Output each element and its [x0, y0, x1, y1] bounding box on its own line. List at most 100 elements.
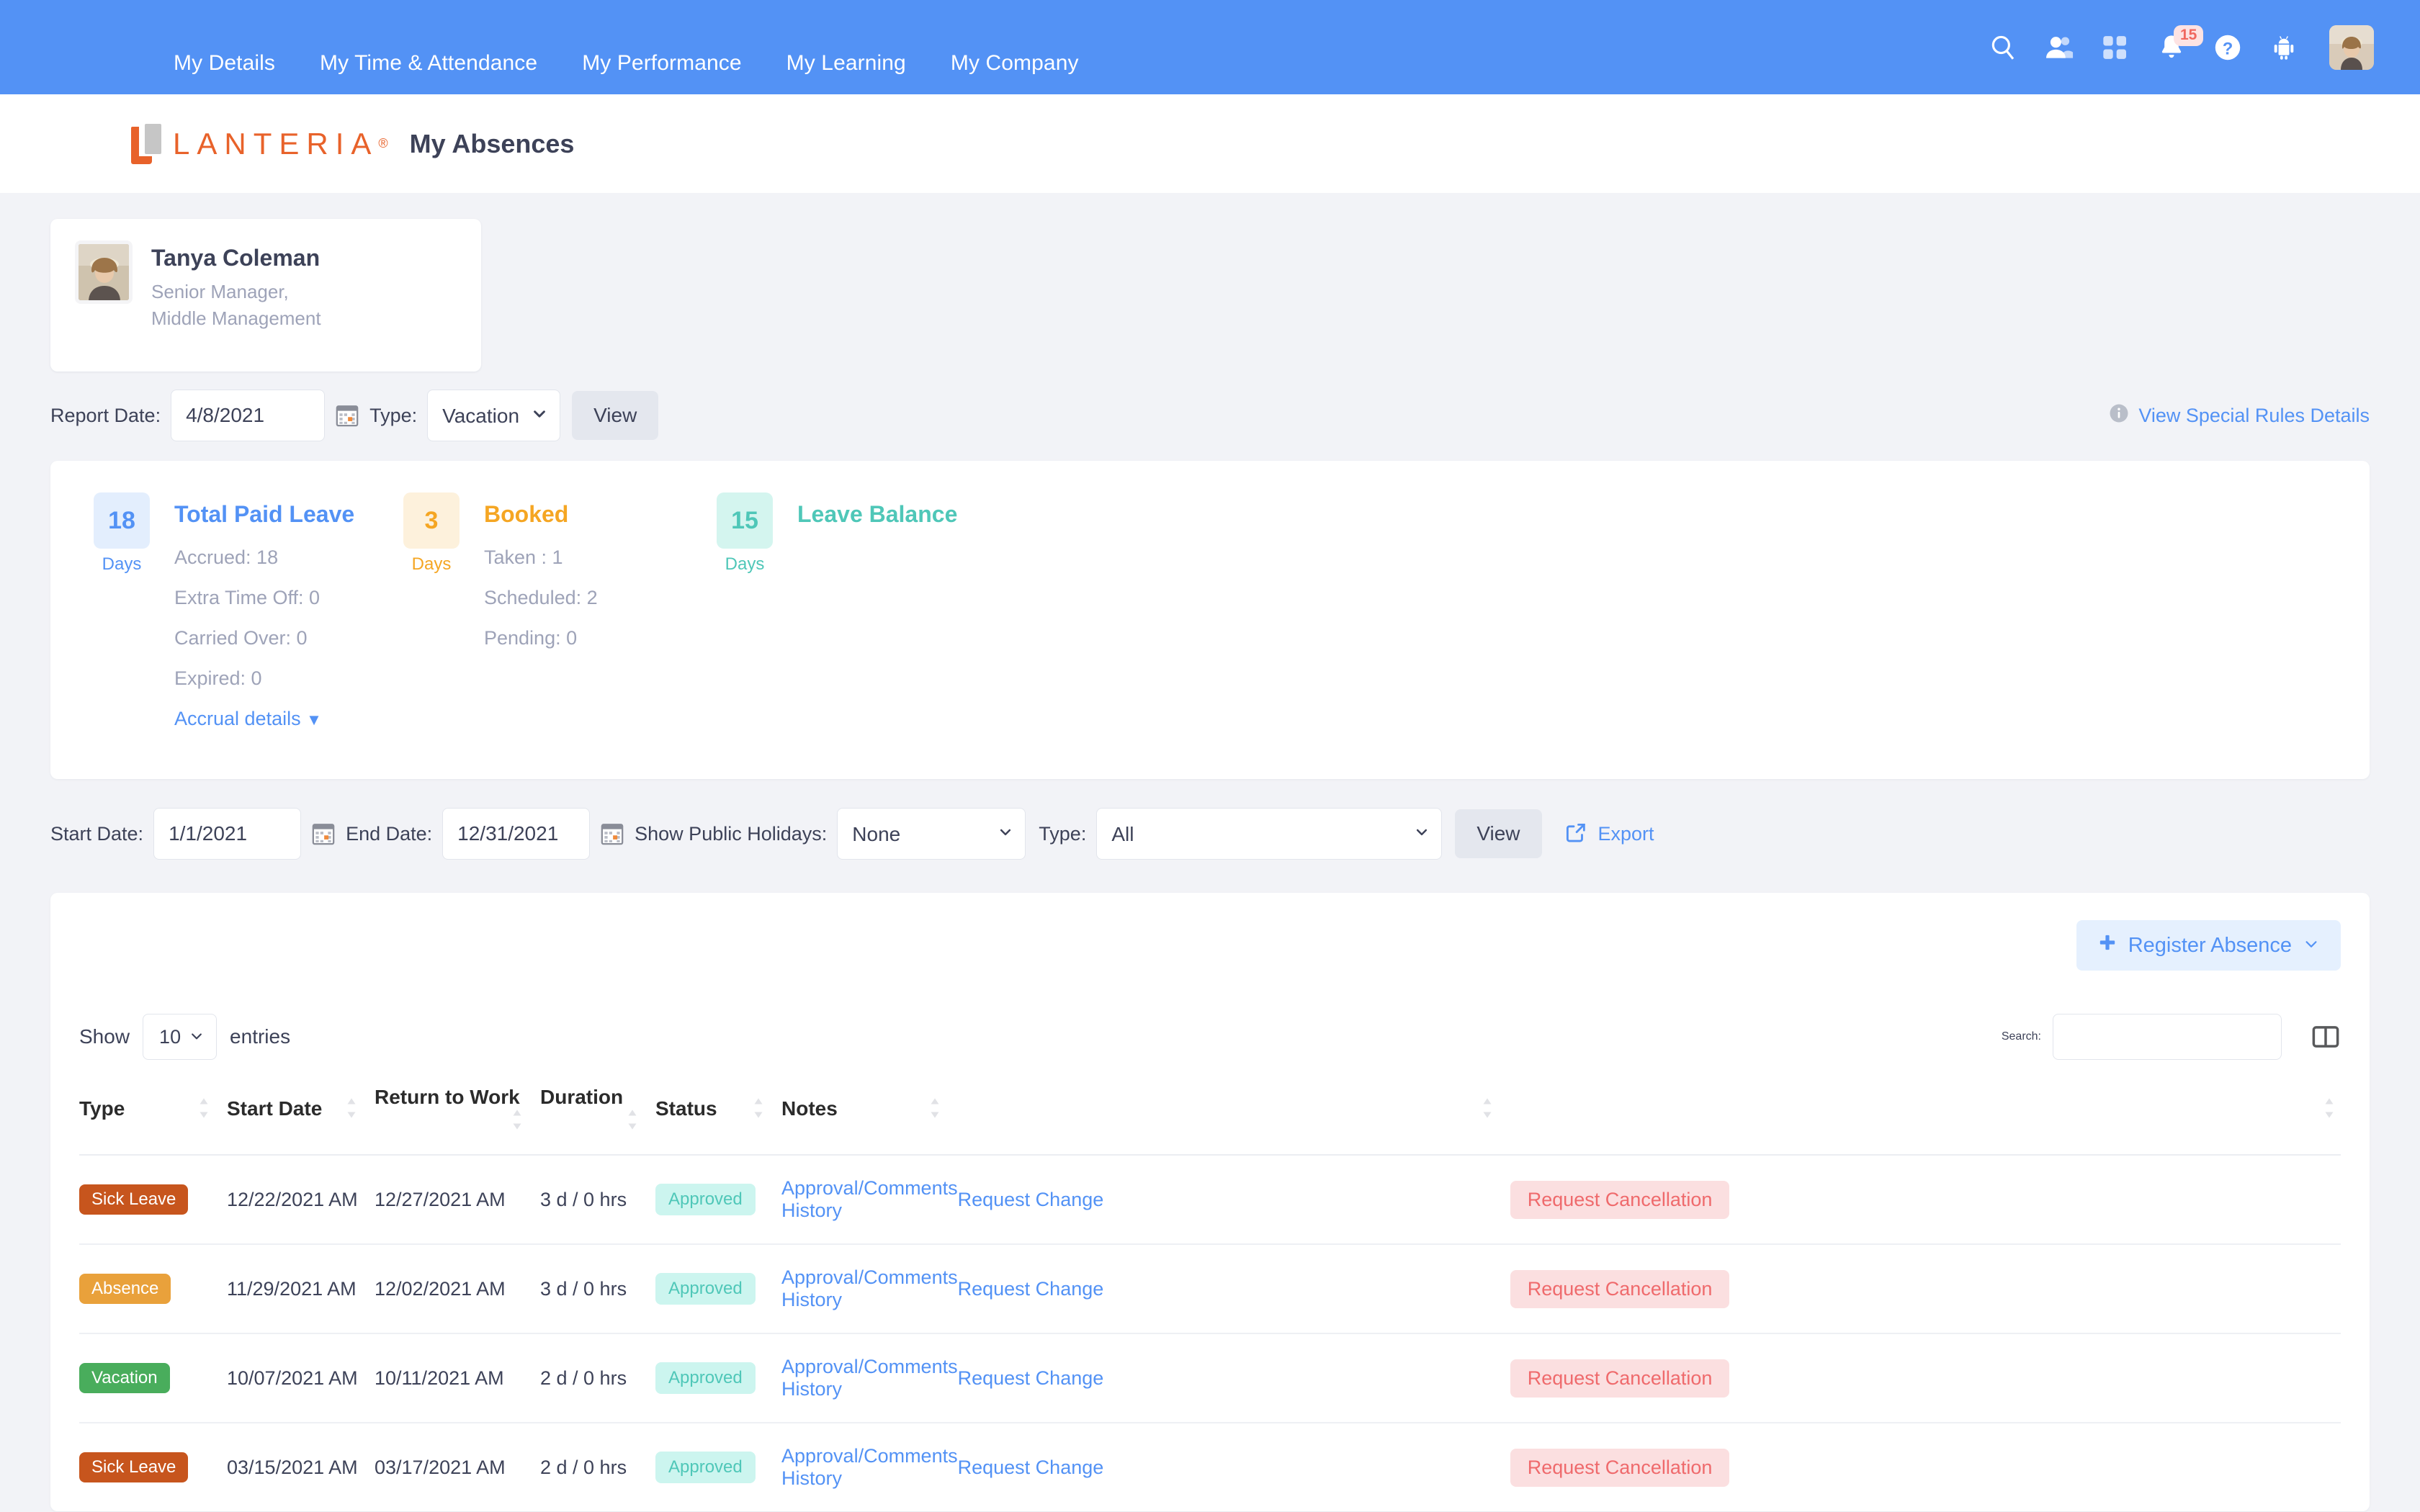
show-public-holidays-select[interactable]: None [837, 808, 1026, 860]
request-change-link[interactable]: Request Change [958, 1367, 1104, 1389]
column-header-actions-2[interactable] [1510, 1086, 2341, 1156]
total-paid-leave-title: Total Paid Leave [174, 501, 355, 527]
total-paid-leave-carried-over: Carried Over: 0 [174, 627, 308, 649]
report-view-button[interactable]: View [572, 391, 659, 440]
approval-comments-history-link[interactable]: Approval/Comments History [781, 1356, 958, 1400]
table-row: Sick Leave 03/15/2021 AM 03/17/2021 AM 2… [79, 1423, 2341, 1511]
end-date-calendar-icon[interactable] [600, 822, 624, 846]
column-label-return-to-work: Return to Work [375, 1086, 520, 1108]
table-controls: Show 10 entries Search: [79, 1014, 2341, 1060]
column-label-notes: Notes [781, 1097, 838, 1120]
sort-icon-actions-1[interactable] [1482, 1097, 1494, 1124]
cell-notes: Approval/Comments History [781, 1423, 958, 1511]
sort-icon-status[interactable] [753, 1097, 766, 1124]
list-view-button[interactable]: View [1455, 809, 1542, 858]
android-icon[interactable] [2267, 31, 2300, 64]
show-public-holidays-label: Show Public Holidays: [635, 822, 828, 845]
cell-notes: Approval/Comments History [781, 1155, 958, 1245]
report-type-select[interactable]: Vacations [427, 390, 561, 441]
accrual-details-toggle[interactable]: Accrual details ▼ [174, 708, 354, 730]
report-filter-bar: Report Date: 4/8/2021 Type: Vacations Vi… [50, 387, 2370, 444]
sort-icon-duration[interactable] [627, 1109, 640, 1135]
column-header-return-to-work[interactable]: Return to Work [375, 1086, 540, 1156]
end-date-input[interactable]: 12/31/2021 [442, 808, 591, 860]
approval-comments-history-link[interactable]: Approval/Comments History [781, 1445, 958, 1489]
calendar-icon[interactable] [335, 403, 359, 428]
cell-duration: 2 d / 0 hrs [540, 1333, 655, 1423]
user-avatar[interactable] [2329, 24, 2374, 70]
sort-icon-start-date[interactable] [346, 1097, 359, 1124]
export-label: Export [1597, 822, 1654, 845]
chevron-down-icon-register [2303, 934, 2319, 958]
booked-value: 3 [403, 492, 460, 549]
cell-type: Vacation [79, 1333, 227, 1423]
booked-title: Booked [484, 501, 569, 527]
sort-icon-actions-2[interactable] [2323, 1097, 2336, 1124]
approval-comments-history-link[interactable]: Approval/Comments History [781, 1177, 958, 1221]
view-special-rules-details-link[interactable]: View Special Rules Details [2108, 402, 2370, 429]
nav-item-my-time-attendance[interactable]: My Time & Attendance [297, 51, 560, 76]
register-absence-label: Register Absence [2128, 933, 2292, 957]
absence-list-filter-bar: Start Date: 1/1/2021 End Date: 12/31/202… [50, 805, 2370, 863]
request-change-link[interactable]: Request Change [958, 1457, 1104, 1478]
cell-start-date: 10/07/2021 AM [227, 1333, 375, 1423]
request-cancellation-button[interactable]: Request Cancellation [1510, 1269, 1730, 1308]
absence-table: Type Start Date Return to Work Duration … [79, 1086, 2341, 1511]
absence-type-label: Type: [1039, 822, 1087, 845]
accrual-details-label: Accrual details [174, 708, 301, 729]
column-header-duration[interactable]: Duration [540, 1086, 655, 1156]
cell-return-to-work: 12/27/2021 AM [375, 1155, 540, 1245]
employee-role-line-2: Middle Management [151, 307, 321, 329]
column-header-status[interactable]: Status [655, 1086, 781, 1156]
request-cancellation-button[interactable]: Request Cancellation [1510, 1359, 1730, 1398]
column-header-type[interactable]: Type [79, 1086, 227, 1156]
sort-icon-notes[interactable] [929, 1097, 942, 1124]
cell-type: Sick Leave [79, 1423, 227, 1511]
notification-badge: 15 [2174, 24, 2204, 46]
absence-table-panel: Register Absence Show 10 entries Search:… [50, 893, 2370, 1511]
absence-type-pill: Sick Leave [79, 1452, 189, 1482]
notifications-bell-icon[interactable]: 15 [2155, 24, 2204, 64]
request-change-link[interactable]: Request Change [958, 1189, 1104, 1210]
column-label-start-date: Start Date [227, 1097, 323, 1120]
page-size-select[interactable]: 10 [143, 1014, 218, 1060]
export-button[interactable]: Export [1564, 820, 1654, 848]
nav-item-my-details[interactable]: My Details [151, 51, 297, 76]
start-date-input[interactable]: 1/1/2021 [153, 808, 302, 860]
report-date-input[interactable]: 4/8/2021 [171, 390, 326, 441]
table-row: Vacation 10/07/2021 AM 10/11/2021 AM 2 d… [79, 1333, 2341, 1423]
nav-item-my-learning[interactable]: My Learning [764, 51, 928, 76]
employee-role-line-1: Senior Manager, [151, 281, 289, 302]
booked-days-label: Days [411, 554, 452, 574]
request-cancellation-button[interactable]: Request Cancellation [1510, 1180, 1730, 1219]
register-absence-button[interactable]: Register Absence [2076, 920, 2341, 971]
lanteria-logo[interactable]: LANTERIA ® [131, 123, 388, 164]
nav-item-my-company[interactable]: My Company [928, 51, 1101, 76]
column-visibility-icon[interactable] [2311, 1022, 2341, 1052]
absence-type-select[interactable]: All [1096, 808, 1443, 860]
cell-status: Approved [655, 1244, 781, 1334]
cell-request-change: Request Change [957, 1333, 1510, 1423]
approval-comments-history-link[interactable]: Approval/Comments History [781, 1266, 958, 1310]
absence-type-pill: Absence [79, 1274, 171, 1304]
column-header-actions-1[interactable] [957, 1086, 1510, 1156]
leave-balance-value: 15 [717, 492, 773, 549]
people-icon[interactable] [2043, 31, 2076, 64]
search-icon[interactable] [1986, 31, 2020, 64]
sort-icon-type[interactable] [198, 1097, 211, 1124]
apps-grid-icon[interactable] [2099, 31, 2132, 64]
report-date-value: 4/8/2021 [186, 404, 265, 426]
nav-item-my-performance[interactable]: My Performance [560, 51, 763, 76]
main-content: Tanya Coleman Senior Manager, Middle Man… [0, 219, 2420, 1511]
start-date-calendar-icon[interactable] [311, 822, 336, 846]
search-input[interactable] [2053, 1014, 2282, 1060]
column-header-notes[interactable]: Notes [781, 1086, 958, 1156]
sort-icon-return-to-work[interactable] [511, 1109, 524, 1135]
request-change-link[interactable]: Request Change [958, 1278, 1104, 1300]
column-header-start-date[interactable]: Start Date [227, 1086, 375, 1156]
svg-text:?: ? [2223, 39, 2233, 58]
request-cancellation-button[interactable]: Request Cancellation [1510, 1448, 1730, 1487]
cell-request-change: Request Change [957, 1155, 1510, 1245]
help-icon[interactable]: ? [2211, 31, 2244, 64]
employee-profile-card: Tanya Coleman Senior Manager, Middle Man… [50, 219, 481, 372]
